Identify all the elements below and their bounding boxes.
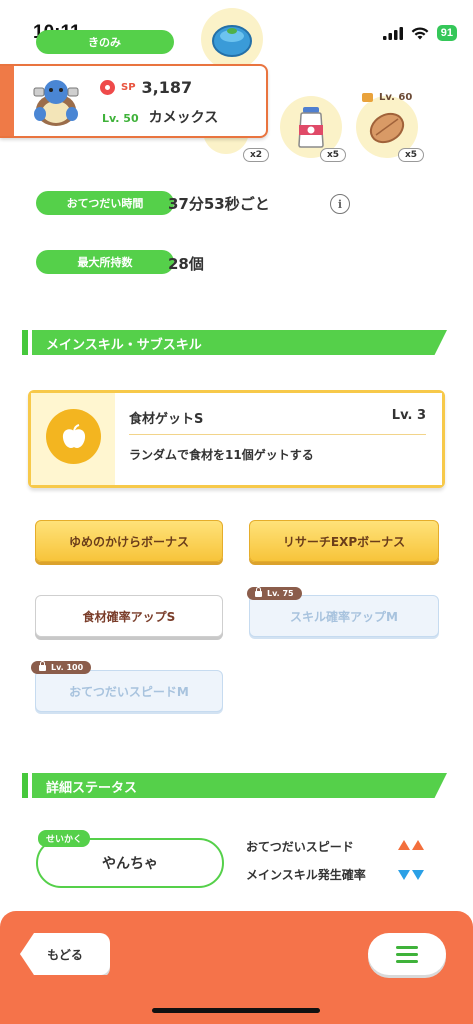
down-arrow-icon bbox=[412, 870, 424, 880]
lock-level-75: Lv. 75 bbox=[267, 589, 294, 598]
menu-icon bbox=[396, 952, 418, 956]
main-skill-name: 食材ゲットS bbox=[129, 412, 204, 427]
help-time-label: おてつだい時間 bbox=[36, 191, 174, 215]
up-arrow-icon bbox=[412, 840, 424, 850]
sp-row: SP 3,187 bbox=[100, 78, 192, 97]
battery-indicator: 91 bbox=[436, 25, 457, 41]
details-section-header: 詳細ステータス bbox=[22, 773, 447, 798]
lock-level-100: Lv. 100 bbox=[51, 663, 84, 672]
main-skill-icon-circle bbox=[46, 409, 101, 464]
info-icon[interactable]: i bbox=[330, 194, 350, 214]
wifi-icon bbox=[411, 26, 429, 39]
pokeball-icon bbox=[100, 80, 115, 95]
stat-up-arrows bbox=[398, 840, 424, 850]
lock-icon bbox=[362, 93, 373, 102]
main-skill-level: Lv. 3 bbox=[391, 408, 426, 423]
sub-skill-research-exp-bonus[interactable]: リサーチEXPボーナス bbox=[249, 520, 439, 562]
blastoise-avatar-icon bbox=[33, 80, 79, 126]
stat-up-label: おてつだいスピード bbox=[246, 840, 354, 854]
down-arrow-icon bbox=[398, 870, 410, 880]
sub-skill-lock-tag-75: Lv. 75 bbox=[247, 586, 302, 600]
level-row: Lv. 50 カメックス bbox=[102, 107, 218, 127]
sub-skill-ingredient-finder-s[interactable]: 食材確率アップS bbox=[35, 595, 223, 637]
ingredient-count-3: x5 bbox=[398, 148, 425, 162]
ingredient-count-1: x2 bbox=[243, 148, 270, 162]
sub-skill-skill-trigger-m[interactable]: スキル確率アップM bbox=[249, 595, 439, 637]
menu-icon bbox=[396, 945, 418, 949]
apple-icon bbox=[62, 423, 85, 448]
main-skill-divider bbox=[129, 434, 426, 435]
berry-label: きのみ bbox=[36, 30, 174, 54]
section-edge bbox=[22, 330, 28, 355]
menu-button[interactable] bbox=[368, 933, 446, 975]
milk-icon bbox=[298, 107, 324, 148]
help-time-value: 37分53秒ごと bbox=[168, 195, 270, 213]
sp-value: 3,187 bbox=[141, 78, 193, 97]
cellular-signal-icon bbox=[382, 26, 403, 40]
cacao-icon bbox=[369, 112, 405, 144]
ingredient-lock-level: Lv. 60 bbox=[379, 92, 413, 103]
section-edge bbox=[22, 773, 28, 798]
sub-skill-lock-tag-100: Lv. 100 bbox=[31, 660, 92, 674]
capacity-value: 28個 bbox=[168, 255, 204, 273]
sub-skill-helping-speed-m[interactable]: おてつだいスピードM bbox=[35, 670, 223, 712]
stat-down-label: メインスキル発生確率 bbox=[246, 868, 366, 882]
back-button[interactable]: もどる bbox=[20, 933, 110, 975]
capacity-row: 最大所持数 bbox=[36, 250, 174, 274]
lock-icon bbox=[39, 660, 46, 671]
status-icons: 91 bbox=[382, 25, 457, 41]
home-indicator[interactable] bbox=[152, 1008, 320, 1013]
sub-skill-dream-shard-bonus[interactable]: ゆめのかけらボーナス bbox=[35, 520, 223, 562]
menu-icon bbox=[396, 959, 418, 963]
blue-berry-icon bbox=[212, 25, 252, 57]
pokemon-card[interactable]: SP 3,187 Lv. 50 カメックス bbox=[0, 64, 268, 138]
main-skill-icon-area bbox=[31, 393, 115, 485]
pokemon-level: Lv. 50 bbox=[102, 112, 139, 125]
nature-tag: せいかく bbox=[38, 830, 91, 847]
skills-section-title: メインスキル・サブスキル bbox=[46, 338, 202, 353]
details-section-title: 詳細ステータス bbox=[46, 781, 138, 796]
stat-down-arrows bbox=[398, 870, 424, 880]
up-arrow-icon bbox=[398, 840, 410, 850]
capacity-label: 最大所持数 bbox=[36, 250, 174, 274]
skills-section-header: メインスキル・サブスキル bbox=[22, 330, 447, 355]
main-skill-description: ランダムで食材を11個ゲットする bbox=[129, 448, 314, 462]
help-time-row: おてつだい時間 bbox=[36, 191, 174, 215]
ingredient-lock-tag: Lv. 60 bbox=[362, 92, 412, 103]
ingredient-count-2: x5 bbox=[320, 148, 347, 162]
main-skill-info: 食材ゲットS Lv. 3 ランダムで食材を11個ゲットする bbox=[115, 393, 442, 485]
berry-slot[interactable] bbox=[201, 8, 263, 70]
pokemon-name: カメックス bbox=[148, 110, 219, 126]
main-skill-card[interactable]: 食材ゲットS Lv. 3 ランダムで食材を11個ゲットする bbox=[28, 390, 445, 488]
sp-label: SP bbox=[121, 82, 136, 93]
lock-icon bbox=[255, 586, 262, 597]
